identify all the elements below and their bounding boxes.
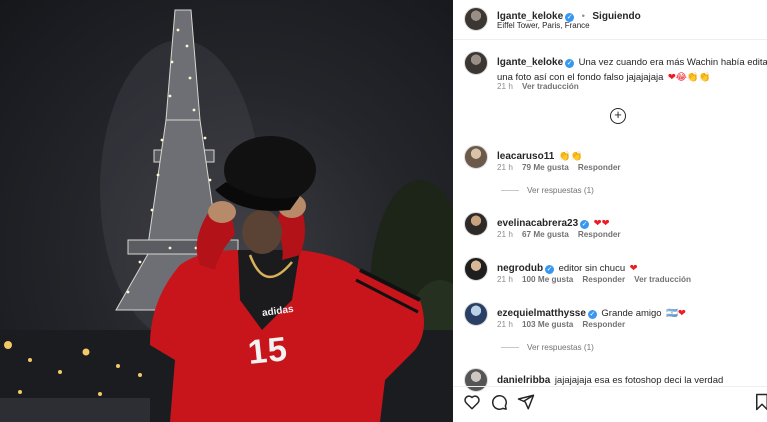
- verified-badge-icon: ✓: [587, 310, 597, 319]
- comment-text: Grande amigo: [601, 308, 662, 319]
- caption: lgante_keloke ✓ Una vez cuando era más Wa…: [497, 54, 767, 84]
- reply-button[interactable]: Responder: [578, 163, 621, 172]
- view-replies-label[interactable]: Ver respuestas (1): [527, 186, 594, 195]
- photo-illustration: [0, 9, 453, 422]
- comment-username[interactable]: ezequielmatthysse: [497, 308, 586, 319]
- comment-1-meta: 21 h 79 Me gusta Responder: [497, 163, 621, 172]
- see-translation-link[interactable]: Ver traducción: [522, 82, 579, 91]
- comment-username[interactable]: negrodub: [497, 263, 543, 274]
- caption-username[interactable]: lgante_keloke: [497, 57, 563, 68]
- comment-4-meta: 21 h 103 Me gusta Responder: [497, 320, 625, 329]
- comment-avatar[interactable]: [464, 145, 488, 169]
- comment-text: editor sin chucu: [558, 263, 626, 274]
- share-icon[interactable]: [517, 393, 535, 411]
- author-avatar[interactable]: [464, 7, 488, 31]
- comment-text: 👏👏: [558, 151, 583, 162]
- comment-likes[interactable]: 103 Me gusta: [522, 320, 573, 329]
- verified-badge-icon: ✓: [565, 59, 575, 68]
- comment-username[interactable]: danielribba: [497, 375, 550, 386]
- comment-icon[interactable]: [490, 393, 508, 411]
- comment-emoji: ❤: [629, 263, 638, 274]
- heart-icon[interactable]: [463, 393, 481, 411]
- comment-avatar[interactable]: [464, 257, 488, 281]
- comment-emoji: 🇦🇷❤: [666, 308, 686, 319]
- comment-2-meta: 21 h 67 Me gusta Responder: [497, 230, 621, 239]
- jersey-number: 15: [246, 330, 290, 372]
- post-location[interactable]: Eiffel Tower, Paris, France: [497, 21, 590, 30]
- comment-text: ❤❤: [593, 218, 610, 229]
- reply-button[interactable]: Responder: [578, 230, 621, 239]
- caption-text-line1: Una vez cuando era más Wachin había edit…: [578, 57, 767, 68]
- reply-button[interactable]: Responder: [582, 275, 625, 284]
- comment-username[interactable]: evelinacabrera23: [497, 218, 578, 229]
- post-photo[interactable]: adidas 15: [0, 0, 453, 422]
- verified-badge-icon: ✓: [580, 220, 590, 229]
- comment-1: leacaruso11 👏👏: [497, 146, 582, 164]
- follow-status-button[interactable]: Siguiendo: [592, 11, 640, 22]
- post-detail-panel: lgante_keloke ✓ • Siguiendo Eiffel Tower,…: [453, 0, 767, 422]
- comment-likes[interactable]: 67 Me gusta: [522, 230, 569, 239]
- comment-likes[interactable]: 79 Me gusta: [522, 163, 569, 172]
- view-replies-1[interactable]: Ver respuestas (1): [501, 186, 594, 195]
- comment-3: negrodub ✓ editor sin chucu ❤: [497, 258, 638, 276]
- post-header: lgante_keloke ✓ • Siguiendo Eiffel Tower,…: [453, 0, 767, 40]
- action-bar: [453, 386, 767, 422]
- comment-username[interactable]: leacaruso11: [497, 151, 554, 162]
- comment-time: 21 h: [497, 275, 513, 284]
- comment-4: ezequielmatthysse ✓ Grande amigo 🇦🇷❤: [497, 303, 686, 321]
- caption-avatar[interactable]: [464, 51, 488, 75]
- reply-button[interactable]: Responder: [582, 320, 625, 329]
- caption-time: 21 h: [497, 82, 513, 91]
- caption-emojis: ❤😂👏👏: [667, 72, 711, 83]
- view-replies-label[interactable]: Ver respuestas (1): [527, 343, 594, 352]
- comment-avatar[interactable]: [464, 212, 488, 236]
- caption-meta: 21 h Ver traducción: [497, 82, 579, 91]
- comment-text: jajajajaja esa es fotoshop deci la verda…: [554, 375, 724, 386]
- comment-likes[interactable]: 100 Me gusta: [522, 275, 573, 284]
- comment-2: evelinacabrera23 ✓ ❤❤: [497, 213, 610, 231]
- see-translation-link[interactable]: Ver traducción: [634, 275, 691, 284]
- load-more-comments-icon[interactable]: +: [610, 108, 626, 124]
- verified-badge-icon: ✓: [545, 265, 555, 274]
- comment-time: 21 h: [497, 320, 513, 329]
- comment-time: 21 h: [497, 163, 513, 172]
- view-replies-4[interactable]: Ver respuestas (1): [501, 343, 594, 352]
- comment-avatar[interactable]: [464, 302, 488, 326]
- save-icon[interactable]: [753, 393, 767, 411]
- comment-time: 21 h: [497, 230, 513, 239]
- comment-3-meta: 21 h 100 Me gusta Responder Ver traducción: [497, 275, 691, 284]
